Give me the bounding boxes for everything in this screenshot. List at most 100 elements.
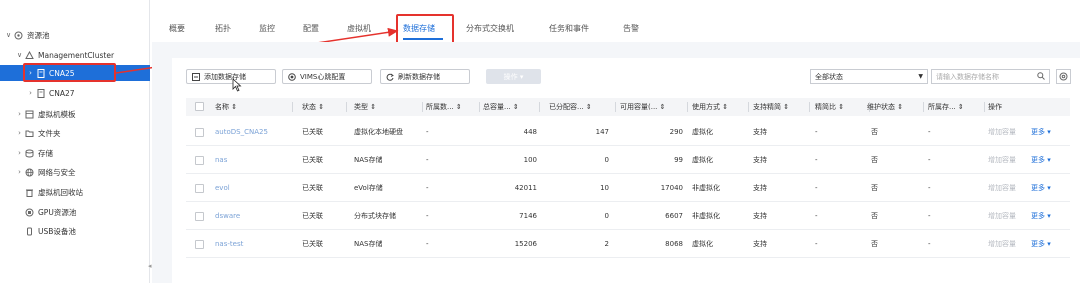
tree-item-usb-pool[interactable]: USB设备池 bbox=[0, 223, 150, 239]
col-available-capacity[interactable]: 可用容量(... ⇕ bbox=[620, 98, 688, 116]
top-tab-bar: 概要 拓扑 监控 配置 虚拟机 数据存储 分布式交换机 任务和事件 告警 bbox=[152, 14, 1080, 42]
chevron-right-icon[interactable]: › bbox=[15, 110, 24, 118]
scroll-left-icon[interactable]: ◂ bbox=[148, 262, 152, 270]
chevron-right-icon[interactable]: › bbox=[26, 89, 35, 97]
more-actions-dropdown[interactable]: 更多 ▾ bbox=[1031, 230, 1051, 258]
tab-tasks-events[interactable]: 任务和事件 bbox=[549, 23, 589, 34]
tree-item-gpu-pool[interactable]: GPU资源池 bbox=[0, 204, 150, 220]
usage-mode-cell: 虚拟化 bbox=[692, 128, 713, 136]
col-type[interactable]: 类型 ⇕ bbox=[354, 98, 423, 116]
row-checkbox[interactable] bbox=[195, 156, 204, 165]
tab-alarms[interactable]: 告警 bbox=[623, 23, 639, 34]
tree-item-label: CNA27 bbox=[49, 88, 75, 98]
host-icon bbox=[35, 68, 46, 78]
col-name[interactable]: 名称 ⇕ bbox=[215, 98, 293, 116]
belong-storage-cell: - bbox=[928, 240, 931, 248]
belong-cell: - bbox=[426, 156, 429, 164]
col-allocated-capacity[interactable]: 已分配容... ⇕ bbox=[549, 98, 616, 116]
more-actions-dropdown[interactable]: 更多 ▾ bbox=[1031, 118, 1051, 146]
add-capacity-link[interactable]: 增加容量 bbox=[988, 146, 1016, 174]
belong-storage-cell: - bbox=[928, 156, 931, 164]
caret-down-icon: ▼ bbox=[918, 73, 923, 80]
refresh-datastore-button[interactable]: 刷新数据存储 bbox=[380, 69, 470, 84]
table-row[interactable]: nas-test 已关联 NAS存储 - 15206 2 8068 虚拟化 支持… bbox=[186, 230, 1070, 258]
tree-item-label: 网络与安全 bbox=[38, 167, 76, 177]
status-filter-select[interactable]: 全部状态 ▼ bbox=[810, 69, 928, 84]
tree-item-folder[interactable]: › 文件夹 bbox=[0, 125, 150, 141]
table-row[interactable]: evol 已关联 eVol存储 - 42011 10 17040 非虚拟化 支持… bbox=[186, 174, 1070, 202]
gear-icon bbox=[1059, 72, 1068, 81]
datastore-search-box bbox=[931, 69, 1050, 84]
chevron-down-icon[interactable]: ∨ bbox=[4, 31, 13, 39]
chevron-right-icon[interactable]: › bbox=[26, 69, 35, 77]
tree-item-storage[interactable]: › 存储 bbox=[0, 145, 150, 161]
col-thin-support[interactable]: 支持精简 ⇕ bbox=[753, 98, 810, 116]
add-capacity-link[interactable]: 增加容量 bbox=[988, 230, 1016, 258]
add-capacity-link[interactable]: 增加容量 bbox=[988, 174, 1016, 202]
add-datastore-button[interactable]: 添加数据存储 bbox=[186, 69, 276, 84]
col-status[interactable]: 状态 ⇕ bbox=[302, 98, 347, 116]
belong-cell: - bbox=[426, 184, 429, 192]
tree-item-vm-template[interactable]: › 虚拟机模板 bbox=[0, 106, 150, 122]
maintenance-cell: 否 bbox=[871, 156, 878, 164]
tree-item-label: ManagementCluster bbox=[38, 50, 115, 60]
chevron-right-icon[interactable]: › bbox=[15, 129, 24, 137]
row-checkbox[interactable] bbox=[195, 240, 204, 249]
table-row[interactable]: dsware 已关联 分布式块存储 - 7146 0 6607 非虚拟化 支持 … bbox=[186, 202, 1070, 230]
thin-ratio-cell: - bbox=[815, 240, 818, 248]
datastore-name-link[interactable]: nas-test bbox=[215, 230, 300, 258]
add-capacity-link[interactable]: 增加容量 bbox=[988, 202, 1016, 230]
chevron-right-icon[interactable]: › bbox=[15, 168, 24, 176]
belong-storage-cell: - bbox=[928, 212, 931, 220]
status-cell: 已关联 bbox=[302, 128, 323, 136]
status-cell: 已关联 bbox=[302, 156, 323, 164]
datastore-name-link[interactable]: evol bbox=[215, 174, 300, 202]
tree-item-label: 存储 bbox=[38, 148, 53, 158]
col-maintenance[interactable]: 维护状态 ⇕ bbox=[867, 98, 924, 116]
col-belong-storage[interactable]: 所属存... ⇕ bbox=[928, 98, 985, 116]
more-actions-dropdown[interactable]: 更多 ▾ bbox=[1031, 174, 1051, 202]
tab-summary[interactable]: 概要 bbox=[169, 23, 185, 34]
status-cell: 已关联 bbox=[302, 184, 323, 192]
tab-distributed-switch[interactable]: 分布式交换机 bbox=[466, 23, 514, 34]
search-icon[interactable] bbox=[1037, 71, 1045, 82]
table-settings-button[interactable] bbox=[1056, 69, 1071, 84]
tab-datastore[interactable]: 数据存储 bbox=[403, 23, 435, 34]
row-checkbox[interactable] bbox=[195, 184, 204, 193]
col-belong-cluster[interactable]: 所属数... ⇕ bbox=[426, 98, 480, 116]
tree-item-vm-recycle-bin[interactable]: 虚拟机回收站 bbox=[0, 184, 150, 200]
add-capacity-link[interactable]: 增加容量 bbox=[988, 118, 1016, 146]
datastore-name-link[interactable]: nas bbox=[215, 146, 300, 174]
datastore-search-input[interactable] bbox=[936, 72, 1031, 81]
chevron-down-icon[interactable]: ∨ bbox=[15, 51, 24, 59]
table-row[interactable]: autoDS_CNA25 已关联 虚拟化本地硬盘 - 448 147 290 虚… bbox=[186, 118, 1070, 146]
col-total-capacity[interactable]: 总容量... ⇕ bbox=[483, 98, 540, 116]
tab-config[interactable]: 配置 bbox=[303, 23, 319, 34]
thin-ratio-cell: - bbox=[815, 128, 818, 136]
col-usage-mode[interactable]: 使用方式 ⇕ bbox=[692, 98, 749, 116]
select-all-checkbox[interactable] bbox=[195, 102, 204, 111]
row-checkbox[interactable] bbox=[195, 212, 204, 221]
datastore-name-link[interactable]: dsware bbox=[215, 202, 300, 230]
chevron-right-icon[interactable]: › bbox=[15, 149, 24, 157]
tab-monitor[interactable]: 监控 bbox=[259, 23, 275, 34]
vims-heartbeat-config-button[interactable]: VIMS心跳配置 bbox=[282, 69, 372, 84]
usage-mode-cell: 非虚拟化 bbox=[692, 212, 720, 220]
more-actions-dropdown[interactable]: 更多 ▾ bbox=[1031, 146, 1051, 174]
active-tab-indicator bbox=[403, 38, 443, 40]
tab-topology[interactable]: 拓扑 bbox=[215, 23, 231, 34]
tab-vm[interactable]: 虚拟机 bbox=[347, 23, 371, 34]
row-checkbox[interactable] bbox=[195, 128, 204, 137]
tree-item-network-security[interactable]: › 网络与安全 bbox=[0, 164, 150, 180]
col-thin-ratio[interactable]: 精简比 ⇕ bbox=[815, 98, 870, 116]
table-header: 名称 ⇕ 状态 ⇕ 类型 ⇕ 所属数... ⇕ 总容量... ⇕ 已分配容...… bbox=[186, 98, 1070, 116]
operations-dropdown-button[interactable]: 操作 ▾ bbox=[486, 69, 541, 84]
maintenance-cell: 否 bbox=[871, 184, 878, 192]
table-row[interactable]: nas 已关联 NAS存储 - 100 0 99 虚拟化 支持 - 否 - 增加… bbox=[186, 146, 1070, 174]
tree-item-cna27[interactable]: › CNA27 bbox=[0, 85, 150, 101]
vims-config-label: VIMS心跳配置 bbox=[300, 72, 346, 81]
belong-storage-cell: - bbox=[928, 128, 931, 136]
datastore-name-link[interactable]: autoDS_CNA25 bbox=[215, 118, 300, 146]
more-actions-dropdown[interactable]: 更多 ▾ bbox=[1031, 202, 1051, 230]
type-cell: NAS存储 bbox=[354, 240, 383, 248]
